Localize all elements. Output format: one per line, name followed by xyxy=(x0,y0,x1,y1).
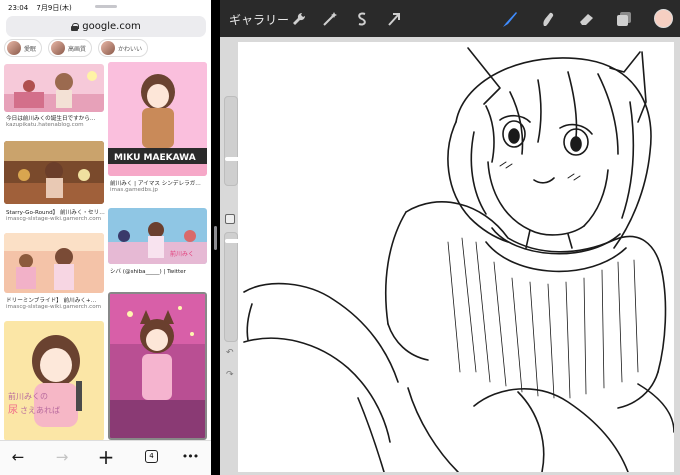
drawing-canvas[interactable] xyxy=(238,42,674,472)
procreate-toolbar: ギャラリー xyxy=(220,0,680,37)
smudge-icon[interactable] xyxy=(538,9,558,29)
ipad-split-view: 23:04 7月9日(木) google.com 愛眠 高画質 かわいい 今日は… xyxy=(0,0,680,475)
image-result-2[interactable] xyxy=(4,141,104,204)
color-swatch[interactable] xyxy=(654,9,673,28)
result-title: ドリーミンブライド】 前川みく+… xyxy=(6,298,97,304)
result-image: 前川みくの 尿 さえあれば xyxy=(4,321,104,441)
gallery-button[interactable]: ギャラリー xyxy=(229,11,289,28)
transform-arrow-icon[interactable] xyxy=(385,10,403,28)
image-results-grid: 今日は前川みくの誕生日ですから… kazupikatu.hatenablog.c… xyxy=(4,62,207,442)
undo-icon[interactable]: ↶ xyxy=(226,348,234,358)
result-image xyxy=(4,64,104,112)
opacity-slider[interactable] xyxy=(224,232,240,342)
chip-thumbnail xyxy=(51,41,66,55)
result-image xyxy=(4,141,104,204)
line-art-drawing xyxy=(243,47,674,472)
procreate-window: ギャラリー ↶ ↷ xyxy=(220,0,680,475)
image-result-4[interactable]: 前川みくの 尿 さえあれば xyxy=(4,321,104,441)
result-source: imascg-slstage-wiki.gamerch.com xyxy=(6,216,102,222)
image-small-tag: 前川みく xyxy=(170,250,194,258)
url-text: google.com xyxy=(82,21,141,32)
image-result-5[interactable]: MIKU MAEKAWA xyxy=(108,62,207,176)
chip-thumbnail xyxy=(7,41,21,55)
brush-size-slider[interactable] xyxy=(224,96,240,186)
image-result-3[interactable] xyxy=(4,233,104,293)
safari-window: 23:04 7月9日(木) google.com 愛眠 高画質 かわいい 今日は… xyxy=(0,0,211,475)
image-caption-line-1: 前川みくの xyxy=(8,391,48,401)
selection-icon[interactable] xyxy=(353,10,371,28)
tabs-button[interactable]: 4 xyxy=(145,450,158,463)
back-button[interactable]: ← xyxy=(6,447,30,467)
status-date: 7月9日(木) xyxy=(36,4,72,12)
image-caption-line-2a: 尿 xyxy=(8,404,18,416)
result-source: kazupikatu.hatenablog.com xyxy=(6,122,84,128)
chip-label: 高画質 xyxy=(68,45,87,53)
status-time: 23:04 xyxy=(8,4,29,12)
forward-button[interactable]: → xyxy=(50,447,74,467)
new-tab-button[interactable]: + xyxy=(94,447,118,467)
chip-label: かわいい xyxy=(118,45,143,53)
split-divider-handle[interactable] xyxy=(214,226,217,250)
redo-icon[interactable]: ↷ xyxy=(226,370,234,380)
result-image xyxy=(110,294,205,438)
miku-banner-text: MIKU MAEKAWA xyxy=(114,153,196,163)
chip-label: 愛眠 xyxy=(24,45,37,53)
search-chips: 愛眠 高画質 かわいい xyxy=(4,39,211,59)
result-title: シバ (@shiba_____) | Twitter xyxy=(110,269,186,275)
chip-1[interactable]: 愛眠 xyxy=(4,39,43,57)
image-result-6[interactable]: 前川みく xyxy=(108,208,207,264)
result-source: imas.gamedbs.jp xyxy=(110,187,158,193)
chip-thumbnail xyxy=(101,41,116,55)
address-bar[interactable]: google.com xyxy=(6,16,206,37)
lock-icon xyxy=(71,22,80,31)
eyedropper-button[interactable] xyxy=(225,214,235,224)
chip-3[interactable]: かわいい xyxy=(98,39,149,57)
image-caption-line-2b: さえあれば xyxy=(20,406,60,415)
wrench-icon[interactable] xyxy=(290,10,308,28)
brush-icon[interactable] xyxy=(500,9,520,29)
more-button[interactable]: ••• xyxy=(178,447,202,467)
result-title: 今日は前川みくの誕生日ですから… xyxy=(6,116,96,122)
result-source: imascg-slstage-wiki.gamerch.com xyxy=(6,304,102,310)
result-title: Starry-Go-Round】 前川みく・セリ… xyxy=(6,210,105,216)
chip-2[interactable]: 高画質 xyxy=(48,39,93,57)
magic-wand-icon[interactable] xyxy=(321,10,339,28)
window-grabber[interactable] xyxy=(95,5,117,8)
result-image: MIKU MAEKAWA xyxy=(108,62,207,176)
procreate-sidebar: ↶ ↷ xyxy=(222,96,240,386)
browser-toolbar: ← → + 4 ••• xyxy=(0,440,211,475)
result-title: 前川みく | アイマス シンデレラガ… xyxy=(110,181,201,187)
eraser-icon[interactable] xyxy=(576,9,596,29)
image-result-7[interactable] xyxy=(108,292,207,440)
result-image: 前川みく xyxy=(108,208,207,264)
result-image xyxy=(4,233,104,293)
image-result-1[interactable] xyxy=(4,64,104,112)
layers-icon[interactable] xyxy=(614,9,634,29)
